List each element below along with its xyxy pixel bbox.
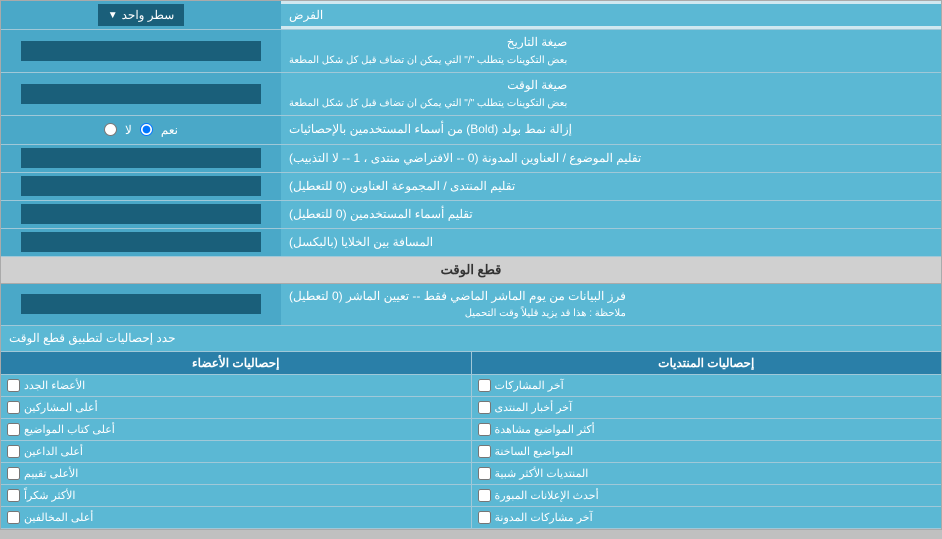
time-format-label: صيغة الوقتبعض التكوينات يتطلب "/" التي ي… (281, 73, 941, 115)
stat-label-forum-3: المواضيع الساخنة (495, 445, 574, 458)
stat-label-member-5: الأكثر شكراً (24, 489, 75, 502)
list-item: أحدث الإعلانات المبورة (472, 485, 942, 507)
stats-apply-text: حدد إحصاليات لتطبيق قطع الوقت (9, 330, 176, 347)
time-cutoff-label: فرز البيانات من يوم الماشر الماضي فقط --… (281, 284, 941, 326)
forum-group-trim-input[interactable]: 33 (21, 176, 261, 196)
bold-remove-radio-container: نعم لا (1, 116, 281, 144)
stat-check-forum-4[interactable] (478, 467, 491, 480)
usernames-trim-label: تقليم أسماء المستخدمين (0 للتعطيل) (281, 201, 941, 228)
list-item: آخر أخبار المنتدى (472, 397, 942, 419)
forum-group-trim-label: تقليم المنتدى / المجموعة العناوين (0 للت… (281, 173, 941, 200)
time-cutoff-input[interactable]: 0 (21, 294, 261, 314)
stats-forums-header: إحصاليات المنتديات (471, 352, 942, 374)
stat-check-member-2[interactable] (7, 423, 20, 436)
usernames-trim-input[interactable]: 0 (21, 204, 261, 224)
stat-label-forum-2: أكثر المواضيع مشاهدة (495, 423, 595, 436)
stat-label-forum-1: آخر أخبار المنتدى (495, 401, 573, 414)
stat-label-member-4: الأعلى تقييم (24, 467, 78, 480)
stat-check-forum-0[interactable] (478, 379, 491, 392)
stats-members-header: إحصاليات الأعضاء (1, 352, 471, 374)
dropdown-arrow-icon: ▼ (108, 10, 118, 21)
topic-trim-input-container: 33 (1, 145, 281, 172)
date-format-input-container: d-m (1, 30, 281, 72)
stats-items-container: آخر المشاركات آخر أخبار المنتدى أكثر الم… (1, 375, 941, 529)
list-item: أعلى كتاب المواضيع (1, 419, 471, 441)
list-item: أعلى الداعين (1, 441, 471, 463)
stat-label-member-3: أعلى الداعين (24, 445, 83, 458)
stats-forums-column: آخر المشاركات آخر أخبار المنتدى أكثر الم… (471, 375, 942, 529)
stat-check-member-5[interactable] (7, 489, 20, 502)
dropdown-label: سطر واحد (122, 8, 175, 22)
date-format-input[interactable]: d-m (21, 41, 261, 61)
cell-spacing-input[interactable]: 2 (21, 232, 261, 252)
dropdown-container: سطر واحد ▼ (1, 1, 281, 29)
list-item: الأكثر شكراً (1, 485, 471, 507)
stat-check-forum-6[interactable] (478, 511, 491, 524)
stats-members-column: الأعضاء الجدد أعلى المشاركين أعلى كتاب ا… (1, 375, 471, 529)
stat-check-forum-2[interactable] (478, 423, 491, 436)
date-format-label: صيغة التاريخبعض التكوينات يتطلب "/" التي… (281, 30, 941, 72)
list-item: أعلى المشاركين (1, 397, 471, 419)
list-item: آخر مشاركات المدونة (472, 507, 942, 529)
list-item: الأعلى تقييم (1, 463, 471, 485)
stat-check-member-0[interactable] (7, 379, 20, 392)
cell-spacing-input-container: 2 (1, 229, 281, 256)
stat-label-forum-6: آخر مشاركات المدونة (495, 511, 593, 524)
stat-label-forum-0: آخر المشاركات (495, 379, 564, 392)
cell-spacing-label: المسافة بين الخلايا (بالبكسل) (281, 229, 941, 256)
stat-label-member-6: أعلى المخالفين (24, 511, 93, 524)
stat-check-member-4[interactable] (7, 467, 20, 480)
stat-check-forum-1[interactable] (478, 401, 491, 414)
time-cutoff-title: قطع الوقت (441, 262, 502, 277)
stat-check-member-1[interactable] (7, 401, 20, 414)
topic-trim-input[interactable]: 33 (21, 148, 261, 168)
stat-label-forum-4: المنتديات الأكثر شبية (495, 467, 589, 480)
stat-label-forum-5: أحدث الإعلانات المبورة (495, 489, 599, 502)
bold-remove-label: إزالة نمط بولد (Bold) من أسماء المستخدمي… (281, 116, 941, 144)
bold-remove-no-radio[interactable] (104, 123, 117, 136)
usernames-trim-input-container: 0 (1, 201, 281, 228)
bold-remove-yes-radio[interactable] (140, 123, 153, 136)
list-item: آخر المشاركات (472, 375, 942, 397)
yes-label: نعم (161, 123, 178, 137)
stat-check-forum-3[interactable] (478, 445, 491, 458)
list-item: أعلى المخالفين (1, 507, 471, 529)
stats-apply-label: حدد إحصاليات لتطبيق قطع الوقت (1, 326, 941, 351)
page-title: الفرض (289, 8, 323, 22)
list-item: المواضيع الساخنة (472, 441, 942, 463)
page-title-label: الفرض (281, 4, 941, 26)
list-item: المنتديات الأكثر شبية (472, 463, 942, 485)
forum-group-trim-input-container: 33 (1, 173, 281, 200)
stat-label-member-1: أعلى المشاركين (24, 401, 98, 414)
time-format-input[interactable]: H:i (21, 84, 261, 104)
stat-label-member-0: الأعضاء الجدد (24, 379, 85, 392)
stat-check-member-6[interactable] (7, 511, 20, 524)
time-cutoff-input-container: 0 (1, 284, 281, 326)
topic-trim-label: تقليم الموضوع / العناوين المدونة (0 -- ا… (281, 145, 941, 172)
stat-label-member-2: أعلى كتاب المواضيع (24, 423, 115, 436)
no-label: لا (125, 123, 132, 137)
list-item: الأعضاء الجدد (1, 375, 471, 397)
stat-check-member-3[interactable] (7, 445, 20, 458)
single-line-dropdown[interactable]: سطر واحد ▼ (98, 4, 185, 26)
time-cutoff-header: قطع الوقت (1, 257, 941, 284)
time-format-input-container: H:i (1, 73, 281, 115)
stat-check-forum-5[interactable] (478, 489, 491, 502)
list-item: أكثر المواضيع مشاهدة (472, 419, 942, 441)
